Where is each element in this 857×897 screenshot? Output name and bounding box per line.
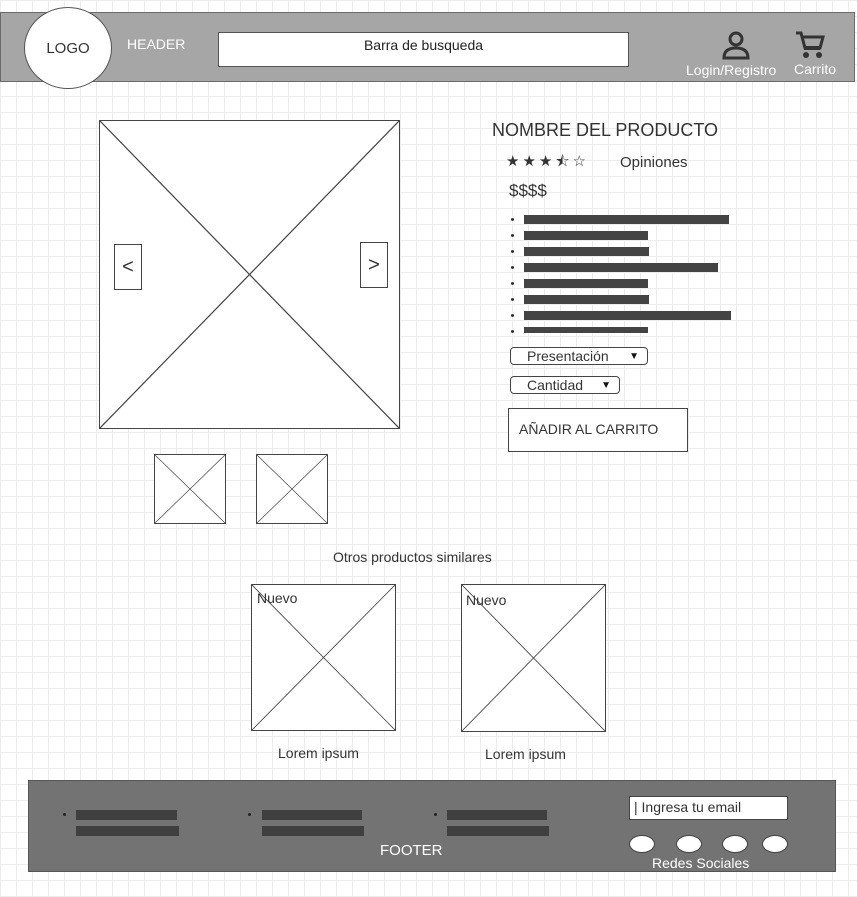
logo[interactable]: LOGO bbox=[24, 7, 112, 89]
bullet-dot bbox=[511, 314, 514, 317]
rating-stars: ★★★⯪☆ bbox=[506, 153, 589, 170]
bullet-dot bbox=[511, 266, 514, 269]
user-icon[interactable] bbox=[720, 30, 752, 60]
email-field[interactable]: | Ingresa tu email bbox=[629, 796, 788, 820]
presentation-select[interactable]: Presentación ▼ bbox=[510, 347, 648, 365]
bullet-dot bbox=[511, 234, 514, 237]
thumbnail-2[interactable] bbox=[256, 454, 328, 524]
bullet-dot bbox=[511, 298, 514, 301]
bullet-dot bbox=[511, 218, 514, 221]
description-line bbox=[524, 311, 731, 320]
login-register-link[interactable]: Login/Registro bbox=[686, 62, 776, 78]
bullet-dot bbox=[434, 813, 437, 816]
description-line bbox=[524, 263, 718, 272]
similar-product-caption[interactable]: Lorem ipsum bbox=[278, 745, 359, 761]
footer-link[interactable] bbox=[262, 810, 362, 820]
reviews-link[interactable]: Opiniones bbox=[620, 154, 688, 171]
description-line bbox=[524, 247, 649, 256]
dropdown-arrow-icon: ▼ bbox=[629, 350, 639, 362]
new-badge: Nuevo bbox=[466, 592, 507, 608]
footer-link[interactable] bbox=[76, 826, 179, 836]
quantity-select-label: Cantidad bbox=[527, 377, 584, 393]
new-badge: Nuevo bbox=[257, 590, 298, 606]
description-line bbox=[524, 295, 649, 304]
header-label: HEADER bbox=[127, 36, 186, 52]
cart-link[interactable]: Carrito bbox=[794, 61, 836, 77]
search-input[interactable]: Barra de busqueda bbox=[218, 32, 629, 67]
main-product-image bbox=[99, 120, 400, 429]
prev-image-button[interactable]: < bbox=[114, 244, 142, 290]
add-to-cart-button[interactable]: AÑADIR AL CARRITO bbox=[508, 408, 688, 452]
product-price: $$$$ bbox=[509, 181, 547, 200]
similar-product-image[interactable] bbox=[251, 584, 396, 731]
quantity-select[interactable]: Cantidad ▼ bbox=[510, 376, 620, 394]
footer-link[interactable] bbox=[262, 826, 364, 836]
cart-icon[interactable] bbox=[794, 30, 826, 60]
description-line bbox=[524, 231, 648, 240]
footer-label: FOOTER bbox=[380, 842, 443, 859]
social-label: Redes Sociales bbox=[652, 855, 750, 871]
footer-link[interactable] bbox=[76, 810, 177, 820]
bullet-dot bbox=[511, 330, 514, 333]
dropdown-arrow-icon: ▼ bbox=[601, 379, 611, 391]
bullet-dot bbox=[511, 250, 514, 253]
next-image-button[interactable]: > bbox=[360, 242, 388, 288]
social-icon[interactable] bbox=[762, 835, 788, 853]
bullet-dot bbox=[248, 813, 251, 816]
social-icon[interactable] bbox=[676, 835, 702, 853]
description-line bbox=[524, 327, 648, 333]
footer-link[interactable] bbox=[447, 810, 547, 820]
similar-products-title: Otros productos similares bbox=[333, 549, 492, 565]
footer-link[interactable] bbox=[447, 826, 549, 836]
social-icon[interactable] bbox=[629, 835, 655, 853]
bullet-dot bbox=[63, 813, 66, 816]
similar-product-caption[interactable]: Lorem ipsum bbox=[485, 746, 566, 762]
social-icon[interactable] bbox=[722, 835, 748, 853]
thumbnail-1[interactable] bbox=[154, 454, 226, 524]
description-line bbox=[524, 279, 648, 288]
presentation-select-label: Presentación bbox=[527, 348, 609, 364]
bullet-dot bbox=[511, 282, 514, 285]
product-name: NOMBRE DEL PRODUCTO bbox=[492, 120, 719, 140]
description-line bbox=[524, 215, 729, 224]
